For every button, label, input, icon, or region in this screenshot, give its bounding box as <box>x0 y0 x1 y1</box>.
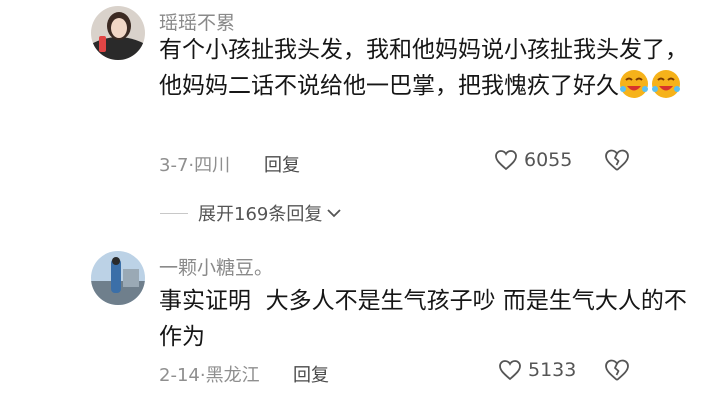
reply-button[interactable]: 回复 <box>293 361 329 387</box>
like-count: 6055 <box>524 149 573 171</box>
comment-date: 2-14 <box>159 365 200 386</box>
chevron-down-icon <box>327 209 341 218</box>
expand-replies-button[interactable]: 展开169条回复 <box>160 200 342 226</box>
heart-icon <box>495 150 517 171</box>
heart-icon <box>499 360 521 381</box>
divider-line <box>160 212 188 214</box>
comment-location: 四川 <box>194 155 231 176</box>
like-count: 5133 <box>528 359 577 381</box>
username[interactable]: 一颗小糖豆。 <box>159 253 273 280</box>
avatar[interactable] <box>91 251 145 305</box>
laughing-emoji-icon <box>619 69 649 99</box>
like-button[interactable]: 6055 <box>494 149 572 171</box>
comment-meta: 3-7·四川 <box>159 151 230 177</box>
reply-button[interactable]: 回复 <box>264 151 300 177</box>
broken-heart-icon <box>605 359 629 381</box>
like-button[interactable]: 5133 <box>498 359 576 381</box>
laughing-emoji-icon <box>651 69 681 99</box>
comment-text: 事实证明 大多人不是生气孩子吵 而是生气大人的不作为 <box>159 283 699 355</box>
dislike-button[interactable] <box>604 148 630 174</box>
username[interactable]: 瑶瑶不累 <box>159 8 235 35</box>
broken-heart-icon <box>605 149 629 171</box>
comment-location: 黑龙江 <box>205 365 260 386</box>
comment-date: 3-7 <box>159 155 189 176</box>
comment-text: 有个小孩扯我头发，我和他妈妈说小孩扯我头发了，他妈妈二话不说给他一巴掌，把我愧疚… <box>159 32 699 104</box>
dislike-button[interactable] <box>604 358 630 384</box>
comment-body: 事实证明 大多人不是生气孩子吵 而是生气大人的不作为 <box>159 288 687 350</box>
comment-meta: 2-14·黑龙江 <box>159 361 260 387</box>
comment-body: 有个小孩扯我头发，我和他妈妈说小孩扯我头发了，他妈妈二话不说给他一巴掌，把我愧疚… <box>159 37 688 99</box>
avatar[interactable] <box>91 6 145 60</box>
expand-replies-label: 展开169条回复 <box>198 204 323 225</box>
